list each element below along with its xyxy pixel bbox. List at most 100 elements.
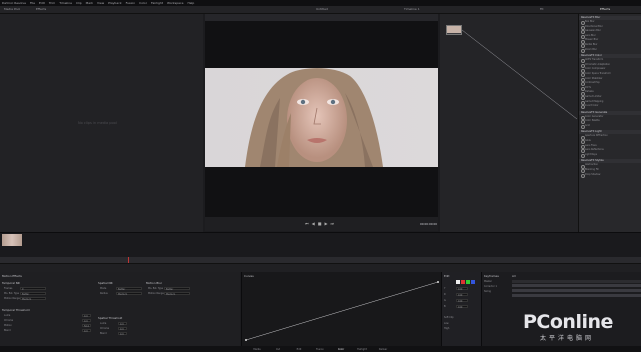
curve-sliders: Edit Y 100 R 100 G 100 B 100 Soft Clip Low High — [441, 272, 481, 346]
motion-effects-inspector: Motion Effects Temporal NR Frames 0 Mo. Est… — [0, 272, 240, 346]
keyframe-track[interactable] — [512, 284, 641, 287]
page-tab-fairlight[interactable]: Fairlight — [355, 347, 369, 352]
effects-library: ResolveFX Blur Box Blur Directional Blur Ga… — [578, 14, 641, 232]
media-pool-button[interactable]: Media Pool — [4, 7, 20, 12]
inspector-field-value[interactable]: Medium — [116, 291, 142, 296]
inspector-field-label: Mo. Est. Type — [148, 287, 164, 290]
zoom-selector[interactable]: Fit — [540, 7, 544, 12]
keyframes-mode[interactable]: All — [512, 274, 515, 278]
threshold-label: Chroma — [100, 327, 110, 330]
keyframe-track-label[interactable]: Corrector 1 — [484, 285, 497, 288]
keyframe-track[interactable] — [512, 289, 641, 292]
inspector-field-label: Motion Range — [4, 297, 20, 300]
threshold-value[interactable]: 0.0 — [82, 318, 91, 323]
threshold-value[interactable]: 50.0 — [82, 323, 91, 328]
inspector-field-label: Mo. Est. Type — [4, 292, 20, 295]
inspector-field-label: Motion Range — [148, 292, 164, 295]
luma-channel-swatch[interactable] — [456, 280, 460, 284]
fx-item[interactable]: Grid — [579, 124, 640, 129]
watermark-tagline: 太平洋电脑网 — [540, 335, 595, 342]
fx-item[interactable]: Drop Shadow — [579, 173, 640, 178]
empty-gallery-text: No clips in media pool — [78, 121, 117, 125]
sliders-title: Edit — [444, 274, 450, 278]
skip-forward-icon[interactable]: ⏭ — [331, 221, 335, 226]
project-title: Untitled — [316, 7, 328, 11]
threshold-title: Spatial Threshold — [98, 316, 123, 320]
channel-label: G — [444, 299, 446, 302]
viewer-frame-image — [205, 68, 438, 167]
effects-tab[interactable]: Effects — [600, 7, 610, 12]
keyframe-ruler[interactable] — [512, 280, 641, 283]
timeline-selector[interactable]: Timeline 1 — [404, 7, 420, 12]
green-channel-swatch[interactable] — [466, 280, 470, 284]
channel-value[interactable]: 100 — [456, 304, 468, 309]
threshold-value[interactable]: 0.0 — [118, 326, 127, 331]
channel-label: B — [444, 305, 446, 308]
keyframes-title: Keyframes — [484, 274, 499, 278]
threshold-title: Temporal Threshold — [2, 308, 30, 312]
keyframe-track[interactable] — [512, 294, 641, 297]
channel-label: Y — [444, 287, 446, 290]
page-tab-media[interactable]: Media — [250, 347, 264, 352]
soft-clip-label: Soft Clip — [444, 316, 454, 319]
threshold-label: Chroma — [4, 319, 14, 322]
curve-graph[interactable] — [242, 272, 442, 346]
fx-item[interactable]: Invert Color — [579, 104, 640, 109]
inspector-field-value[interactable]: Medium — [20, 296, 46, 301]
low-label: Low — [444, 322, 449, 325]
channel-value[interactable]: 100 — [456, 298, 468, 303]
effects-library-button[interactable]: Effects — [36, 7, 46, 12]
page-tab-color[interactable]: Color — [334, 347, 348, 352]
node-connection-line — [461, 29, 578, 120]
clip-thumbnail[interactable] — [2, 234, 22, 246]
page-navigation: Media Cut Edit Fusion Color Fairlight Deliver — [0, 346, 641, 352]
inspector-field-label: Radius — [100, 292, 108, 295]
inspector-title: Motion Effects — [2, 274, 22, 278]
threshold-value[interactable]: 0.0 — [118, 321, 127, 326]
watermark-logo: PConline — [523, 311, 613, 333]
threshold-value[interactable]: 0.0 — [82, 328, 91, 333]
viewer-transport: ⏮ ◀ ■ ▶ ⏭ 00:00:00:00 — [205, 217, 438, 231]
skip-back-icon[interactable]: ⏮ — [305, 221, 309, 226]
inspector-group-title: Spatial NR — [98, 281, 113, 285]
inspector-group-title: Motion Blur — [146, 281, 162, 285]
palette-toolbar — [0, 263, 641, 272]
threshold-value[interactable]: 0.0 — [82, 313, 91, 318]
inspector-field-value[interactable]: Better — [20, 291, 46, 296]
stop-icon[interactable]: ■ — [318, 221, 322, 226]
threshold-value[interactable]: 0.0 — [118, 331, 127, 336]
inspector-field-label: Mode — [100, 287, 107, 290]
high-label: High — [444, 327, 450, 330]
inspector-field-value[interactable]: Medium — [164, 291, 190, 296]
inspector-group-title: Temporal NR — [2, 281, 20, 285]
inspector-field-value[interactable]: 0 — [20, 286, 46, 291]
play-icon[interactable]: ▶ — [324, 221, 327, 226]
page-tab-deliver[interactable]: Deliver — [376, 347, 390, 352]
threshold-label: Blend — [4, 329, 11, 332]
keyframe-track-label[interactable]: Sizing — [484, 290, 491, 293]
channel-value[interactable]: 100 — [456, 286, 468, 291]
inspector-field-value[interactable]: Better — [116, 286, 142, 291]
page-tab-cut[interactable]: Cut — [271, 347, 285, 352]
fx-item[interactable]: Zoom Blur — [579, 48, 640, 53]
page-tab-fusion[interactable]: Fusion — [313, 347, 327, 352]
channel-value[interactable]: 100 — [456, 292, 468, 297]
viewer-header — [205, 14, 438, 21]
node-editor — [440, 14, 578, 232]
top-toolbar: Media Pool Effects Untitled Timeline 1 F… — [0, 6, 641, 14]
curves-panel: Curves — [241, 272, 441, 346]
threshold-label: Luma — [100, 322, 107, 325]
inspector-field-label: Frames — [4, 287, 13, 290]
page-tab-edit[interactable]: Edit — [292, 347, 306, 352]
keyframe-track-label[interactable]: Master — [484, 280, 492, 283]
inspector-field-value[interactable]: Better — [164, 286, 190, 291]
viewer-timecode: 00:00:00:00 — [420, 222, 438, 226]
threshold-label: Blend — [100, 332, 107, 335]
red-channel-swatch[interactable] — [461, 280, 465, 284]
threshold-label: Motion — [4, 324, 12, 327]
channel-label: R — [444, 293, 446, 296]
play-reverse-icon[interactable]: ◀ — [312, 221, 315, 226]
threshold-label: Luma — [4, 314, 11, 317]
fx-item[interactable]: Light Rays — [579, 153, 640, 158]
blue-channel-swatch[interactable] — [471, 280, 475, 284]
